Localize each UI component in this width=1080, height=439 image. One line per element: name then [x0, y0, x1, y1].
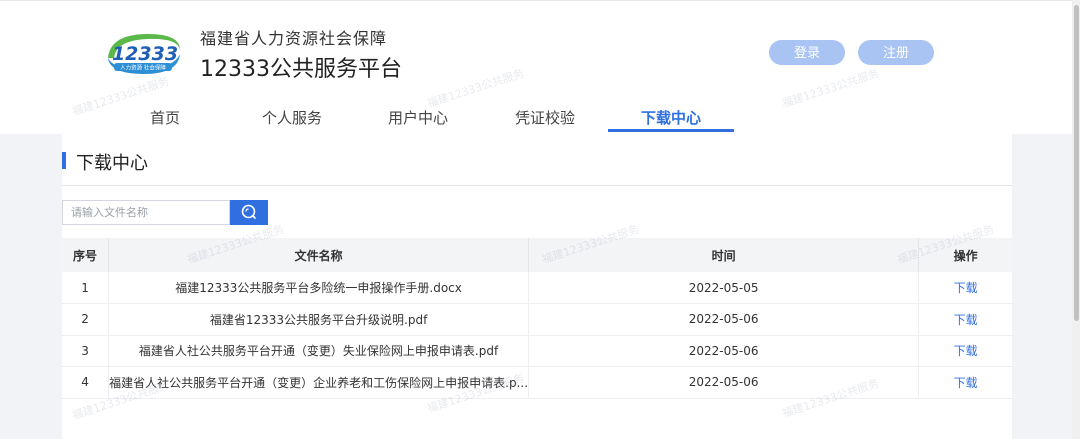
table-row: 3 福建省人社公共服务平台开通（变更）失业保险网上申报申请表.pdf 2022-… [62, 335, 1012, 367]
header-seq: 序号 [62, 238, 110, 272]
nav-active-indicator [608, 129, 734, 132]
download-link[interactable]: 下载 [954, 376, 978, 390]
row-file-name: 福建省人社公共服务平台开通（变更）企业养老和工伤保险网上申报申请表.p... [108, 366, 530, 399]
header-operation: 操作 [918, 238, 1012, 272]
logo-number: 12333 [112, 43, 178, 65]
section-title: 下载中心 [76, 153, 148, 174]
nav-user-center[interactable]: 用户中心 [374, 107, 462, 135]
platform-name: 12333公共服务平台 [200, 57, 402, 82]
page-scrollbar-thumb[interactable] [1074, 5, 1079, 321]
table-row: 4 福建省人社公共服务平台开通（变更）企业养老和工伤保险网上申报申请表.p...… [62, 366, 1012, 399]
login-button[interactable]: 登录 [769, 40, 845, 65]
nav-home[interactable]: 首页 [126, 107, 204, 135]
nav-credential-check[interactable]: 凭证校验 [500, 107, 590, 135]
row-seq: 4 [62, 366, 110, 399]
download-link[interactable]: 下载 [954, 313, 978, 327]
row-operation: 下载 [918, 366, 1012, 399]
download-link[interactable]: 下载 [954, 344, 978, 358]
download-link[interactable]: 下载 [954, 281, 978, 295]
row-time: 2022-05-06 [528, 335, 920, 367]
section-divider [62, 185, 1012, 186]
row-operation: 下载 [918, 303, 1012, 336]
row-seq: 2 [62, 303, 110, 336]
row-seq: 1 [62, 272, 110, 304]
search-icon [241, 204, 257, 220]
12333-logo: 12333 人力资源 社会保障 [108, 34, 180, 74]
nav-personal-service[interactable]: 个人服务 [248, 107, 336, 135]
row-file-name: 福建省12333公共服务平台升级说明.pdf [108, 303, 530, 336]
org-name: 福建省人力资源社会保障 [200, 29, 388, 48]
register-button[interactable]: 注册 [858, 40, 934, 65]
row-seq: 3 [62, 335, 110, 367]
header-time: 时间 [528, 238, 920, 272]
row-file-name: 福建12333公共服务平台多险统一申报操作手册.docx [108, 272, 530, 304]
main-nav: 首页 个人服务 用户中心 凭证校验 下载中心 [0, 101, 1072, 135]
file-search-input[interactable] [62, 200, 230, 225]
table-row: 1 福建12333公共服务平台多险统一申报操作手册.docx 2022-05-0… [62, 272, 1012, 304]
logo-subtext: 人力资源 社会保障 [120, 64, 166, 72]
row-file-name: 福建省人社公共服务平台开通（变更）失业保险网上申报申请表.pdf [108, 335, 530, 367]
section-title-marker [62, 152, 66, 169]
row-time: 2022-05-05 [528, 272, 920, 304]
row-operation: 下载 [918, 272, 1012, 304]
download-table: 序号 文件名称 时间 操作 1 福建12333公共服务平台多险统一申报操作手册.… [62, 238, 1012, 399]
row-time: 2022-05-06 [528, 366, 920, 399]
header-file-name: 文件名称 [108, 238, 530, 272]
table-row: 2 福建省12333公共服务平台升级说明.pdf 2022-05-06 下载 [62, 303, 1012, 336]
table-header-row: 序号 文件名称 时间 操作 [62, 238, 1012, 272]
row-operation: 下载 [918, 335, 1012, 367]
site-header: 12333 人力资源 社会保障 福建省人力资源社会保障 12333公共服务平台 … [0, 0, 1072, 134]
search-button[interactable] [230, 200, 268, 225]
row-time: 2022-05-06 [528, 303, 920, 336]
